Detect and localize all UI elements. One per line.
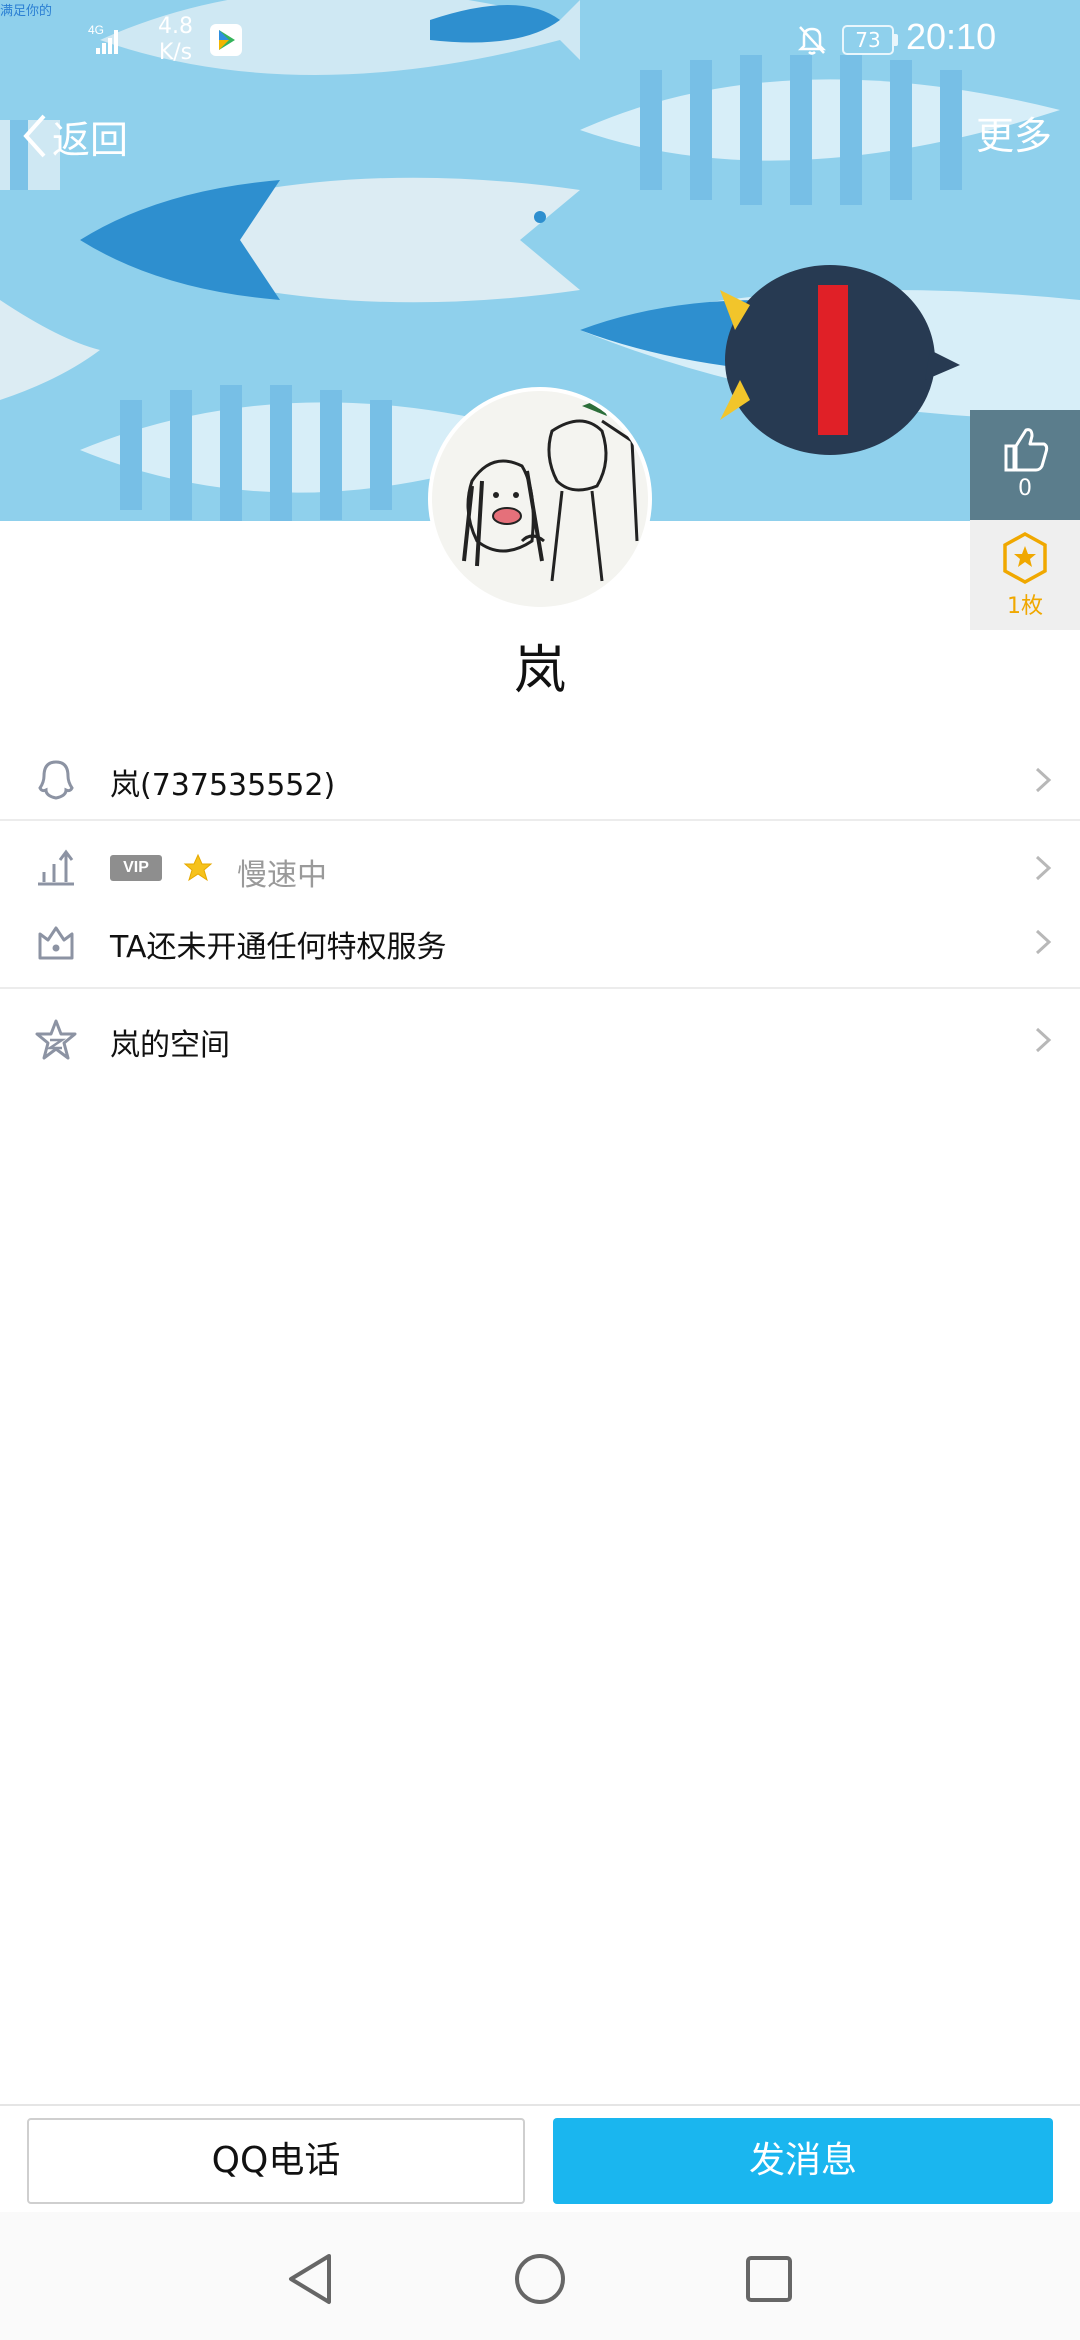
vip-badge: VIP [110,855,162,881]
home-circle-icon[interactable] [513,2252,567,2306]
battery-tip [894,34,898,46]
net-speed-unit: K/s [158,40,193,65]
clock: 20:10 [906,16,997,57]
svg-text:4G: 4G [88,23,104,37]
muted-bell-icon [795,22,829,56]
star-coin-icon [1003,532,1047,584]
signal-icon: 4G [88,22,124,59]
profile-name: 岚 [513,641,566,701]
coin-button[interactable]: 1枚 [970,520,1080,630]
star-icon [183,853,213,882]
net-speed-value: 4.8 [158,14,193,39]
chevron-right-icon [1035,929,1052,955]
status-bar: 满足你的 4G 4.8 K/s 73 20:10 [0,0,1080,80]
battery-level: 73 [842,25,894,55]
back-button[interactable]: 返回 [18,108,128,164]
qq-call-button[interactable]: QQ电话 [27,2118,525,2204]
chevron-right-icon [1035,855,1052,881]
recents-square-icon[interactable] [744,2254,794,2304]
chevron-right-icon [1035,1027,1052,1053]
system-nav-bar [0,2212,1080,2340]
privilege-row[interactable]: TA还未开通任何特权服务 [0,904,1080,980]
notification-text: 满足你的 [0,3,53,18]
qzone-row[interactable]: 岚的空间 [0,1000,1080,1080]
divider [0,987,1080,989]
more-button[interactable]: 更多 [976,108,1052,164]
privilege-text: TA还未开通任何特权服务 [110,930,447,965]
action-bar: QQ电话 发消息 [0,2104,1080,2212]
vip-status-text: 慢速中 [237,858,327,893]
like-count: 0 [1018,476,1032,501]
divider [0,819,1080,821]
qzone-text: 岚的空间 [110,1028,230,1063]
chevron-left-icon [23,114,46,158]
coin-count: 1枚 [1007,594,1043,619]
send-message-button[interactable]: 发消息 [553,2118,1053,2204]
qq-number-row[interactable]: 岚(737535552) [0,740,1080,820]
back-label: 返回 [52,117,129,162]
penguin-icon [38,760,74,800]
crown-icon [38,926,74,960]
play-store-icon [210,24,242,56]
back-triangle-icon[interactable] [285,2252,335,2306]
thumbs-up-icon [1004,428,1049,472]
growth-chart-icon [38,849,74,886]
qq-number-text: 岚(737535552) [110,768,336,803]
chevron-right-icon [1035,767,1052,793]
qzone-star-icon [35,1019,77,1060]
vip-row[interactable]: VIP 慢速中 [0,834,1080,902]
like-button[interactable]: 0 [970,410,1080,520]
avatar[interactable] [428,387,652,611]
network-speed: 4.8 K/s [158,14,193,66]
